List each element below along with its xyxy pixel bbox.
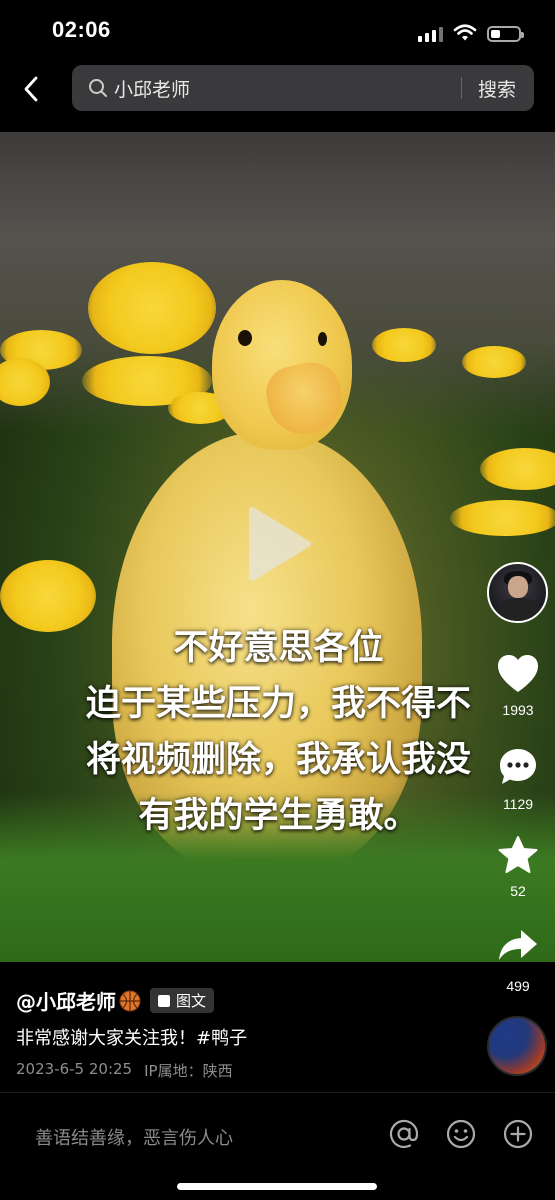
status-icons (418, 20, 524, 42)
status-bar: 02:06 (0, 0, 555, 58)
author-avatar[interactable] (487, 562, 548, 623)
comment-count: 1129 (502, 796, 534, 812)
flower-decoration (450, 500, 555, 536)
flower-decoration (480, 448, 555, 490)
heart-icon (498, 655, 538, 692)
post-meta: 2023-6-5 20:25 IP属地：陕西 (16, 1060, 233, 1081)
video-player[interactable]: 不好意思各位 迫于某些压力，我不得不 将视频删除，我承认我没 有我的学生勇敢。 … (0, 132, 555, 962)
caption-line: 将视频删除，我承认我没 (85, 740, 471, 780)
wifi-icon (453, 24, 477, 41)
signal-icon (418, 26, 443, 42)
add-icon[interactable] (502, 1118, 534, 1150)
author-name[interactable]: @小邱老师 (16, 986, 116, 1015)
status-time: 02:06 (52, 17, 111, 42)
play-icon[interactable] (244, 504, 314, 584)
chevron-left-icon (24, 76, 38, 102)
star-icon (498, 836, 538, 873)
like-count: 1993 (502, 702, 534, 718)
comment-icon (500, 749, 536, 784)
post-type-label: 图文 (176, 992, 207, 1010)
search-input[interactable]: 小邱老师 搜索 (72, 65, 534, 111)
flower-decoration (372, 328, 436, 362)
post-type-tag: 图文 (150, 988, 215, 1013)
ip-location: IP属地：陕西 (144, 1062, 233, 1080)
back-button[interactable] (14, 72, 48, 106)
post-info: 499 @小邱老师 图文 非常感谢大家关注我！#鸭子 2023-6-5 20:2… (0, 962, 555, 1092)
share-arrow-icon (499, 930, 537, 960)
nav-bar: 小邱老师 搜索 (0, 58, 555, 130)
post-date: 2023-6-5 20:25 (16, 1060, 133, 1078)
basketball-icon (119, 990, 141, 1011)
at-mention-icon[interactable] (388, 1118, 420, 1150)
share-button[interactable] (490, 928, 546, 962)
like-button[interactable]: 1993 (490, 654, 546, 718)
caption-line: 有我的学生勇敢。 (138, 796, 419, 836)
search-button[interactable]: 搜索 (462, 75, 534, 102)
comment-button[interactable]: 1129 (490, 746, 546, 812)
post-description: 非常感谢大家关注我！#鸭子 (16, 1028, 248, 1049)
battery-icon (487, 26, 524, 42)
music-disc[interactable] (487, 1016, 547, 1076)
video-caption: 不好意思各位 迫于某些压力，我不得不 将视频删除，我承认我没 有我的学生勇敢。 (0, 620, 555, 844)
search-query: 小邱老师 (114, 78, 191, 101)
image-post-icon (158, 994, 170, 1007)
author-row: @小邱老师 图文 (16, 986, 215, 1015)
share-count: 499 (506, 978, 530, 994)
duckling-eye (238, 330, 252, 346)
comment-input[interactable]: 善语结善缘，恶言伤人心 (35, 1124, 233, 1150)
flower-decoration (462, 346, 526, 378)
comment-bar: 善语结善缘，恶言伤人心 (0, 1092, 555, 1176)
caption-line: 迫于某些压力，我不得不 (85, 684, 471, 724)
caption-line: 不好意思各位 (173, 628, 384, 668)
favorite-count: 52 (510, 883, 526, 899)
share-count-wrap: 499 (490, 974, 546, 994)
duckling-eye (318, 332, 327, 346)
emoji-icon[interactable] (445, 1118, 477, 1150)
home-indicator (177, 1183, 377, 1190)
favorite-button[interactable]: 52 (490, 835, 546, 899)
flower-decoration (88, 262, 216, 354)
search-icon (88, 78, 108, 98)
